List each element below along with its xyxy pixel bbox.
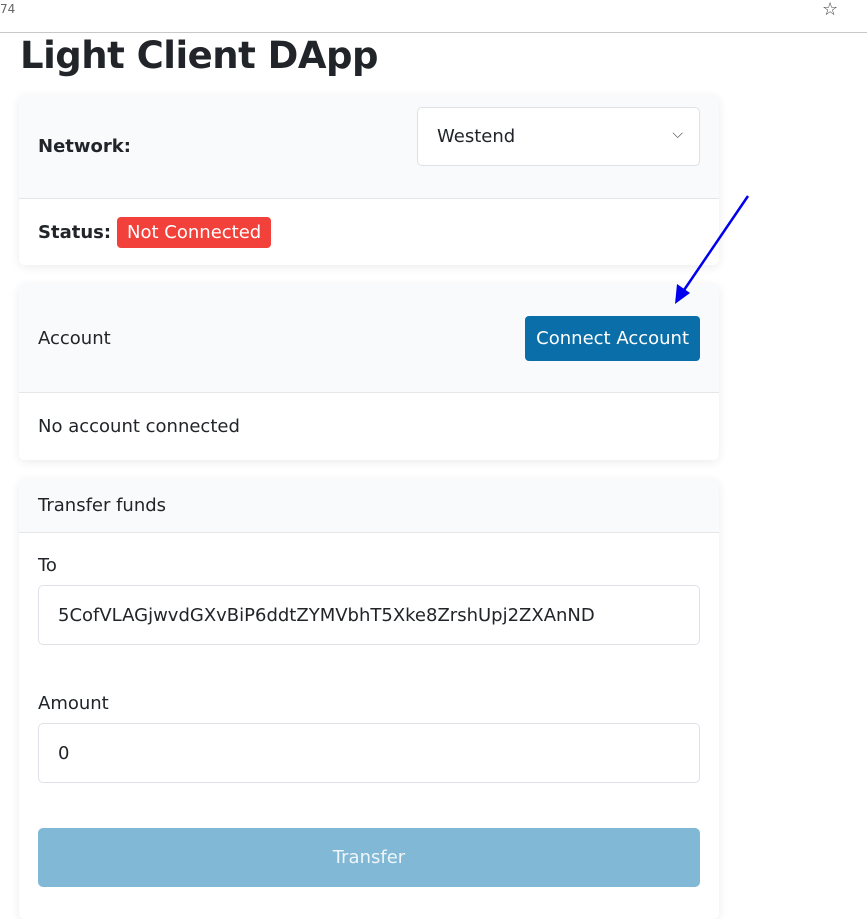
annotation-arrow bbox=[675, 195, 750, 304]
